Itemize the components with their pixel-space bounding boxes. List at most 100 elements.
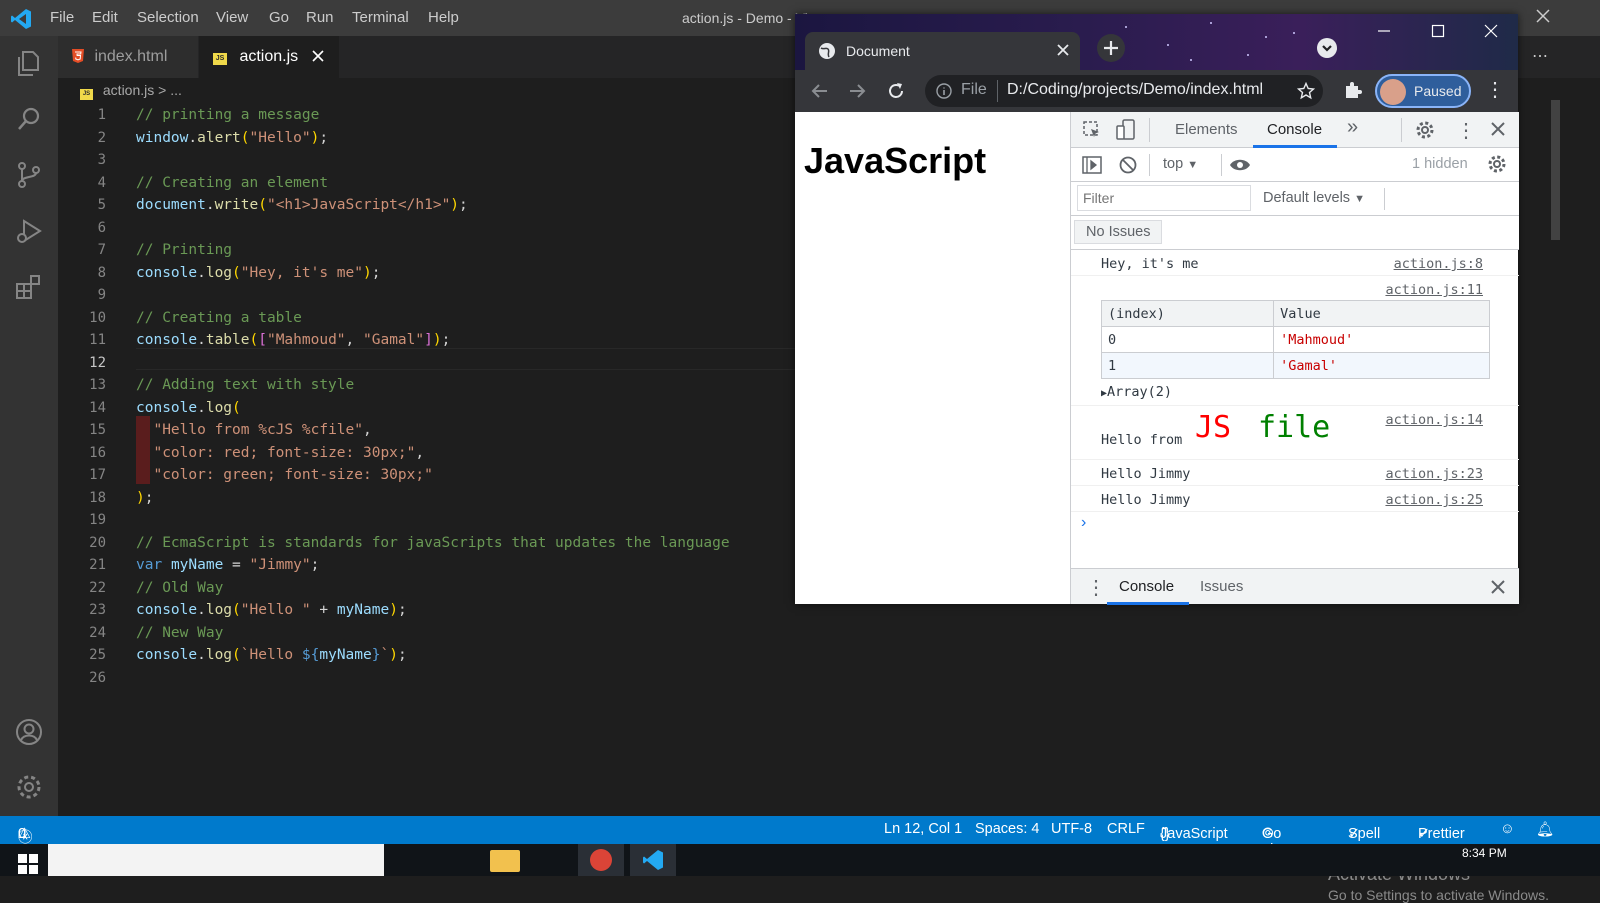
tab-action-js[interactable]: JS action.js [199,36,339,78]
menu-view[interactable]: View [216,9,248,26]
back-arrow-icon[interactable] [810,81,830,106]
line-number: 4 [97,174,106,191]
file-explorer-icon[interactable] [490,850,520,872]
close-drawer-icon[interactable] [1491,580,1505,598]
menu-selection[interactable]: Selection [137,9,199,26]
source-link[interactable]: action.js:23 [1385,466,1483,482]
line-number: 12 [89,354,106,371]
menu-go[interactable]: Go [269,9,289,26]
bookmark-star-icon[interactable] [1296,81,1316,105]
no-issues-button[interactable]: No Issues [1074,220,1163,244]
line-number: 19 [89,512,106,528]
source-link[interactable]: action.js:8 [1394,256,1483,272]
reload-icon[interactable] [886,81,906,106]
context-selector[interactable]: top ▼ [1163,156,1198,172]
address-bar[interactable]: File D:/Coding/projects/Demo/index.html [925,75,1323,107]
windows-start-icon[interactable] [18,854,38,874]
feedback-icon[interactable]: ☺ [1500,821,1515,837]
close-window-icon[interactable] [1484,24,1498,43]
array-summary[interactable]: ▶Array(2) [1101,384,1172,400]
clear-console-icon[interactable] [1119,156,1137,178]
source-link[interactable]: action.js:25 [1385,492,1483,508]
code-line: window.alert("Hello"); [136,129,329,146]
drawer-tab-issues[interactable]: Issues [1200,578,1243,595]
code-line: // Old Way [136,579,224,596]
customize-kebab-icon[interactable]: ⋮ [1456,118,1476,143]
source-link[interactable]: action.js:11 [1385,282,1483,298]
extensions-puzzle-icon[interactable] [1343,80,1363,105]
tab-search-icon[interactable] [1317,38,1337,58]
source-link[interactable]: action.js:14 [1385,412,1483,428]
more-tabs-chevron-icon[interactable]: » [1347,116,1358,139]
run-debug-icon[interactable] [14,216,44,246]
menu-run[interactable]: Run [306,9,334,26]
table-header[interactable]: Value [1273,300,1490,327]
kebab-menu-icon[interactable]: ⋮ [1485,80,1505,100]
settings-gear-icon[interactable] [1415,120,1435,144]
tab-elements[interactable]: Elements [1175,121,1238,138]
breadcrumb-rest[interactable]: ... [170,82,182,98]
menu-help[interactable]: Help [428,9,459,26]
profile-paused-button[interactable]: Paused [1375,74,1471,108]
explorer-icon[interactable] [14,48,44,78]
minimize-icon[interactable] [1377,24,1391,43]
extensions-icon[interactable] [14,272,44,302]
device-toolbar-icon[interactable] [1116,119,1136,145]
chrome-tab-document[interactable]: Document [805,32,1080,70]
filter-input[interactable] [1077,185,1251,211]
code-line: console.log("Hello " + myName); [136,602,407,618]
table-header[interactable]: (index) [1100,300,1275,327]
end-of-line[interactable]: CRLF [1107,821,1145,837]
devtools-drawer: ⋮ Console Issues [1071,568,1519,605]
url-text[interactable]: D:/Coding/projects/Demo/index.html [1007,81,1263,99]
new-tab-button[interactable] [1097,34,1125,62]
vscode-taskbar-icon[interactable] [630,844,676,876]
menu-edit[interactable]: Edit [92,9,118,26]
context-label: top [1163,156,1184,172]
forward-arrow-icon[interactable] [847,81,867,106]
indentation[interactable]: Spaces: 4 [975,821,1040,837]
drawer-menu-icon[interactable]: ⋮ [1086,575,1106,600]
info-icon[interactable] [936,83,952,104]
drawer-tab-console[interactable]: Console [1119,578,1174,595]
avatar [1380,79,1406,105]
close-tab-icon[interactable] [311,49,325,68]
close-tab-icon[interactable] [1056,43,1070,60]
message-text: Hello Jimmy [1101,492,1191,508]
menu-terminal[interactable]: Terminal [352,9,409,26]
line-number: 7 [97,242,106,258]
windows-taskbar: 8:34 PM [0,844,1600,876]
window-close-icon[interactable] [1533,6,1553,30]
menu-file[interactable]: File [50,9,74,26]
activate-subtitle: Go to Settings to activate Windows. [1328,887,1549,903]
taskbar-search-box[interactable] [48,844,384,876]
console-settings-gear-icon[interactable] [1487,154,1507,178]
sidebar-toggle-icon[interactable] [1082,156,1102,178]
log-levels-dropdown[interactable]: Default levels ▼ [1263,190,1365,206]
tab-console[interactable]: Console [1267,121,1322,138]
array-label: Array(2) [1107,384,1173,400]
code-line: // Printing [136,242,233,258]
maximize-icon[interactable] [1431,24,1445,43]
breadcrumb-file[interactable]: action.js [103,82,154,98]
inspect-element-icon[interactable] [1082,120,1102,144]
vscode-logo-icon [10,8,32,34]
encoding[interactable]: UTF-8 [1051,821,1092,837]
code-line: console.log("Hey, it's me"); [136,264,381,281]
settings-gear-icon[interactable] [14,772,44,802]
accounts-icon[interactable] [14,717,44,747]
console-prompt[interactable]: › [1071,512,1519,568]
tab-index-html[interactable]: index.html [58,36,198,78]
chrome-taskbar-icon[interactable] [578,844,624,876]
scrollbar[interactable] [1551,100,1560,240]
chevron-right-icon: > [158,82,171,98]
taskbar-clock[interactable]: 8:34 PM [1462,846,1507,860]
status-bar: ⓧ 0 ⚠ 0 Ln 12, Col 1 Spaces: 4 UTF-8 CRL… [0,816,1600,858]
more-actions-icon[interactable]: ⋯ [1532,46,1548,66]
cursor-position[interactable]: Ln 12, Col 1 [884,821,962,837]
live-expression-eye-icon[interactable] [1229,157,1251,177]
notifications-bell-icon[interactable]: 🔔︎ [1536,821,1554,838]
close-devtools-icon[interactable] [1491,122,1505,140]
search-icon[interactable] [14,104,44,134]
source-control-icon[interactable] [14,160,44,190]
